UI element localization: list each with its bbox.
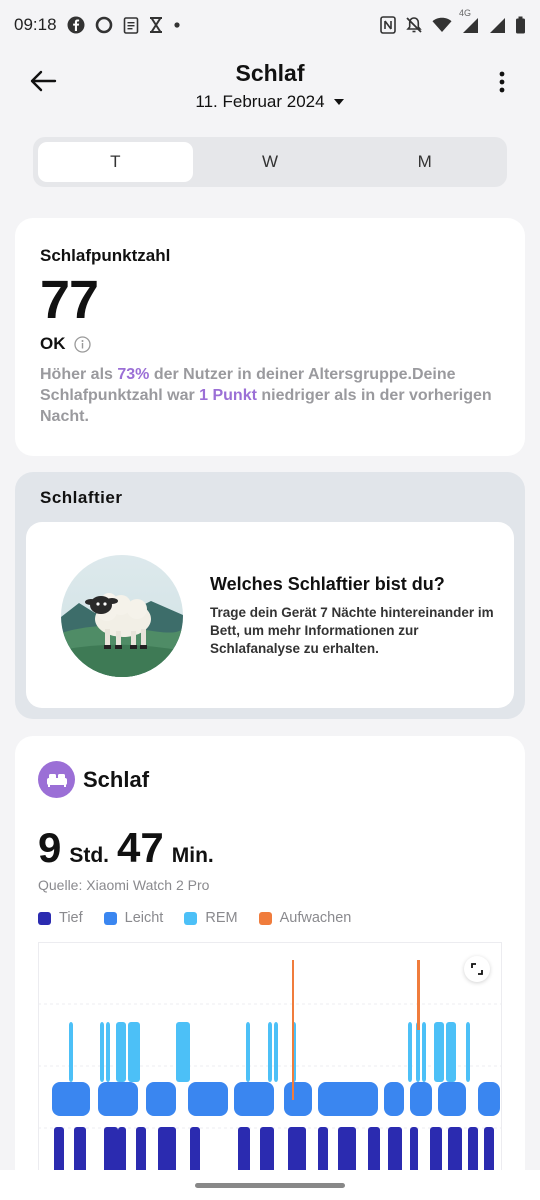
legend-swatch-awake [258,911,272,925]
data-source: Quelle: Xiaomi Watch 2 Pro [38,877,210,893]
chart-legend: Tief Leicht REM Aufwachen [38,910,351,926]
sleep-duration: 9 Std. 47 Min. [38,824,214,872]
dot-icon [173,21,181,29]
sleep-stage-chart[interactable] [38,942,502,1200]
rem-sleep-segment [446,1022,456,1082]
sleep-animal-section: Schlaftier Welches Schlaftier bist du? T… [15,472,525,719]
awake-segment [417,960,420,1030]
awake-segment [292,960,294,1100]
duration-hours: 9 [38,824,62,871]
nfc-icon [380,16,396,34]
light-sleep-segment [410,1082,432,1116]
header: Schlaf 11. Februar 2024 [0,56,540,120]
rem-sleep-segment [69,1022,73,1082]
rem-sleep-segment [106,1022,110,1082]
light-sleep-segment [234,1082,274,1116]
score-label: Schlafpunktzahl [40,246,171,265]
light-sleep-segment [284,1082,312,1116]
status-bar: 09:18 4G [0,0,540,50]
legend-light: Leicht [103,910,164,926]
period-tabs: T W M [33,137,507,187]
date-label: 11. Februar 2024 [195,92,325,111]
rem-sleep-segment [176,1022,190,1082]
percentile-highlight: 73% [117,366,150,383]
score-description: Höher als 73% der Nutzer in deiner Alter… [40,364,500,427]
sleep-animal-description: Trage dein Gerät 7 Nächte hintereinander… [210,605,494,656]
date-picker[interactable]: 11. Februar 2024 [0,92,540,112]
bell-off-icon [405,16,423,34]
info-icon[interactable] [73,335,91,353]
legend-awake: Aufwachen [258,910,352,926]
rem-sleep-segment [422,1022,426,1082]
hourglass-icon [149,17,163,33]
legend-label-rem: REM [205,910,238,926]
sleep-stage-plot [38,942,502,1200]
signal-4g-icon: 4G [459,8,479,34]
rem-sleep-segment [434,1022,444,1082]
rem-sleep-segment [408,1022,412,1082]
point-diff-highlight: 1 Punkt [199,387,257,404]
score-value: 77 [40,270,99,330]
light-sleep-segment [52,1082,90,1116]
rem-sleep-segment [416,1022,420,1082]
legend-label-deep: Tief [59,910,83,926]
light-sleep-segment [318,1082,378,1116]
light-sleep-segment [478,1082,500,1116]
circle-app-icon [95,16,113,34]
legend-label-awake: Aufwachen [279,910,352,926]
sleep-animal-question: Welches Schlaftier bist du? [210,574,445,594]
duration-minutes-unit: Min. [171,844,214,867]
light-sleep-segment [146,1082,176,1116]
sleep-detail-card: Schlaf 9 Std. 47 Min. Quelle: Xiaomi Wat… [15,736,525,1200]
legend-deep: Tief [38,910,83,926]
signal-icon [488,17,506,34]
tab-day[interactable]: T [38,142,193,182]
legend-swatch-light [103,911,117,925]
bed-icon [38,761,75,798]
system-nav-bar [0,1170,540,1200]
light-sleep-segment [98,1082,138,1116]
page-title: Schlaf [235,60,305,86]
sleep-animal-card[interactable]: Welches Schlaftier bist du? Trage dein G… [26,522,514,708]
legend-label-light: Leicht [124,910,164,926]
light-sleep-segment [438,1082,466,1116]
wifi-icon [432,17,452,33]
legend-rem: REM [184,910,238,926]
score-desc-part1: Höher als [40,366,118,383]
more-vert-icon [499,71,505,93]
battery-icon [515,16,526,34]
facebook-icon [67,16,85,34]
status-time: 09:18 [14,15,57,34]
score-rating: OK [40,334,66,353]
clipboard-icon [123,16,139,34]
expand-icon [471,963,483,975]
legend-swatch-rem [184,911,198,925]
light-sleep-segment [188,1082,228,1116]
light-sleep-segment [384,1082,404,1116]
tab-month[interactable]: M [347,142,502,182]
more-menu-button[interactable] [488,68,516,96]
caret-down-icon [333,99,344,105]
rem-sleep-segment [128,1022,140,1082]
network-label: 4G [459,7,472,18]
rem-sleep-segment [100,1022,104,1082]
legend-swatch-deep [38,911,51,925]
rem-sleep-segment [116,1022,126,1082]
rem-sleep-segment [274,1022,278,1082]
rem-sleep-segment [246,1022,250,1082]
home-indicator[interactable] [195,1183,345,1188]
sheep-illustration [61,555,183,677]
rem-sleep-segment [268,1022,272,1082]
duration-hours-unit: Std. [69,844,110,867]
sleep-score-card[interactable]: Schlafpunktzahl 77 OK Höher als 73% der … [15,218,525,456]
sleep-animal-title: Schlaftier [40,488,123,507]
sleep-card-title: Schlaf [83,766,150,792]
expand-chart-button[interactable] [464,956,490,982]
rem-sleep-segment [466,1022,470,1082]
tab-week[interactable]: W [193,142,348,182]
duration-minutes: 47 [117,824,164,871]
